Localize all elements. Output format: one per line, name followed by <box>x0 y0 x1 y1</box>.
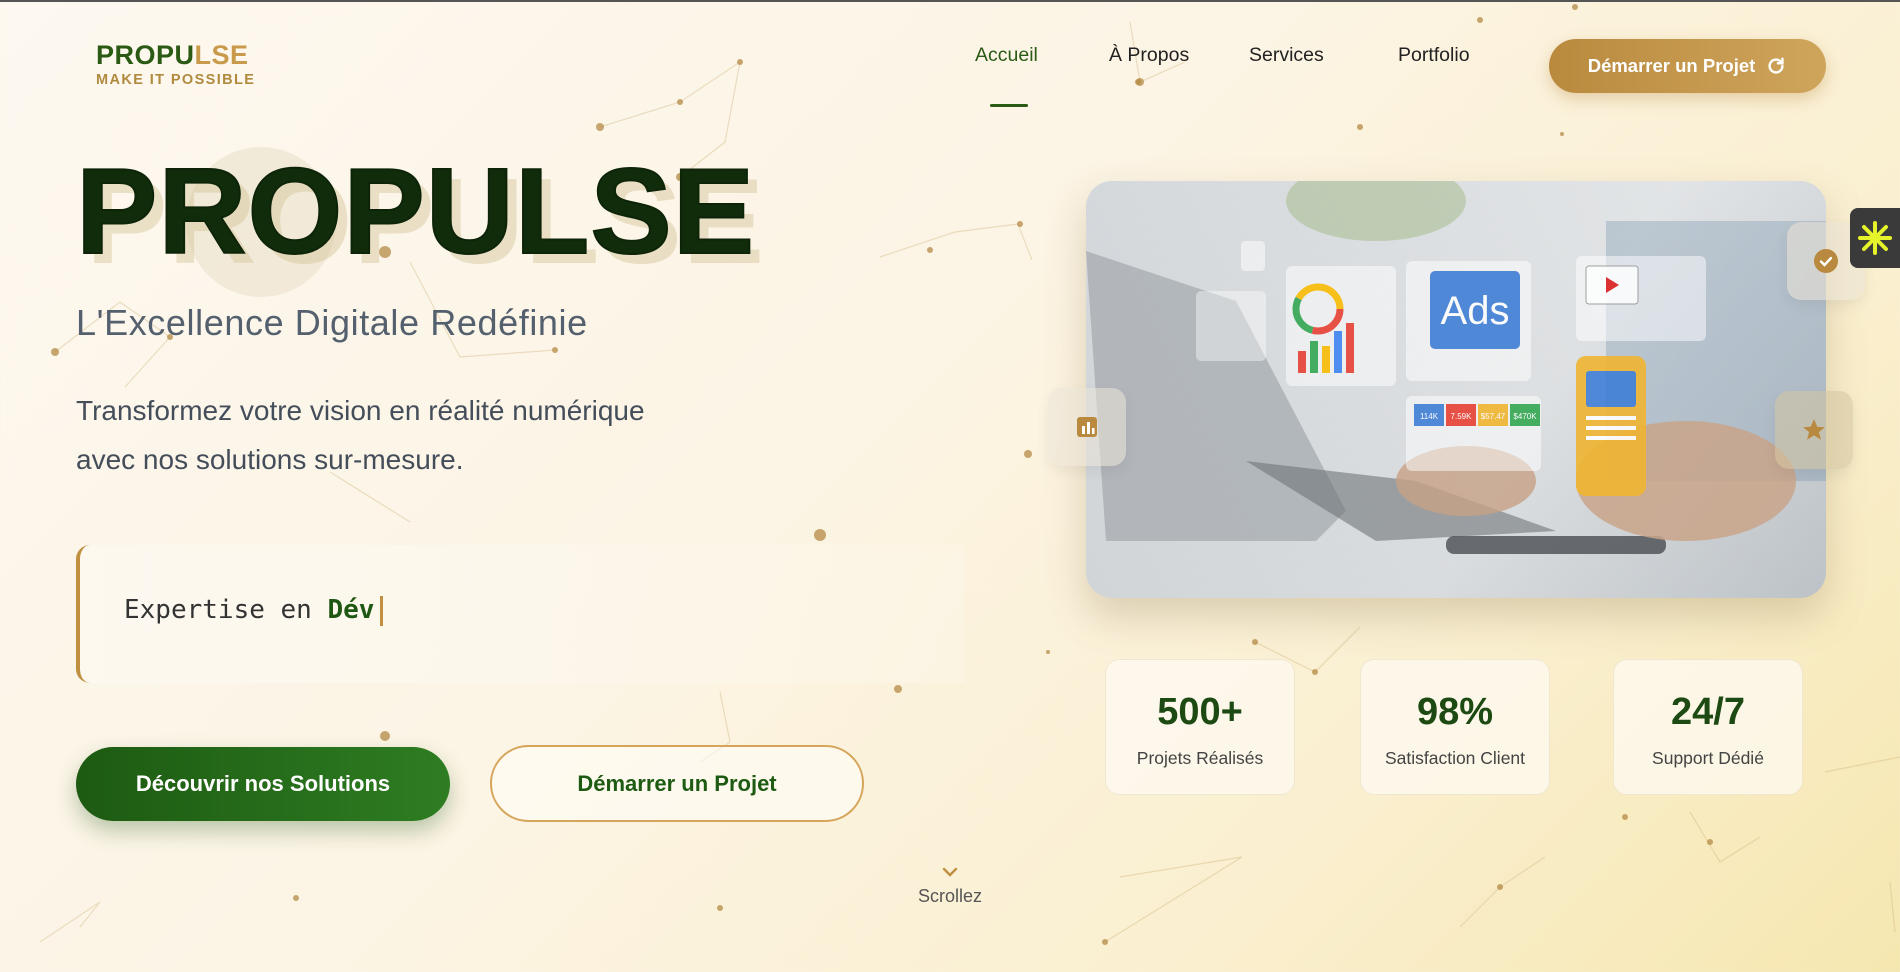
logo-part-green: PROPU <box>96 40 195 70</box>
stat-value: 98% <box>1416 691 1494 733</box>
ads-label: Ads <box>1441 289 1510 333</box>
nav-item-portfolio[interactable]: Portfolio <box>1398 44 1470 67</box>
check-icon <box>1814 249 1838 273</box>
hero-illustration: Ads 114K 7.59K $57.47 $470K <box>1086 181 1826 598</box>
asterisk-icon <box>1858 221 1892 255</box>
typing-prefix: Expertise en <box>124 595 312 625</box>
floating-chart-card <box>1048 388 1126 466</box>
start-project-button[interactable]: Démarrer un Projet <box>490 745 864 822</box>
logo-tagline: MAKE IT POSSIBLE <box>96 72 256 88</box>
discover-solutions-button[interactable]: Découvrir nos Solutions <box>76 747 450 821</box>
refresh-icon <box>1768 57 1784 74</box>
stat-label: Satisfaction Client <box>1384 748 1526 768</box>
typing-word: Dév <box>327 595 375 625</box>
metric-3: $57.47 <box>1481 412 1506 421</box>
nav-item-services[interactable]: Services <box>1249 44 1324 67</box>
stat-card-projects: 500+ Projets Réalisés <box>1105 659 1295 795</box>
stat-label: Support Dédié <box>1652 748 1764 768</box>
hero-description: Transformez votre vision en réalité numé… <box>76 386 756 484</box>
logo-part-gold: LSE <box>194 40 249 70</box>
stat-card-support: 24/7 Support Dédié <box>1613 659 1803 795</box>
chart-icon <box>1077 417 1097 437</box>
stat-label: Projets Réalisés <box>1136 748 1264 768</box>
start-project-header-label: Démarrer un Projet <box>1587 55 1756 76</box>
start-project-header-button[interactable]: Démarrer un Projet <box>1549 39 1826 93</box>
star-icon <box>1803 419 1825 440</box>
stat-card-satisfaction: 98% Satisfaction Client <box>1360 659 1550 795</box>
floating-star-card <box>1775 391 1853 469</box>
hero-image: Ads 114K 7.59K $57.47 $470K <box>1086 181 1826 598</box>
metric-2: 7.59K <box>1451 412 1473 421</box>
metric-1: 114K <box>1420 412 1439 421</box>
nav-item-a-propos[interactable]: À Propos <box>1109 44 1189 67</box>
side-widget[interactable] <box>1850 208 1900 268</box>
scroll-indicator[interactable]: Scrollez <box>900 866 1000 907</box>
stat-value: 24/7 <box>1671 691 1745 733</box>
nav-item-accueil[interactable]: Accueil <box>975 44 1038 67</box>
stat-value: 500+ <box>1157 691 1243 733</box>
hero-description-line-1: Transformez votre vision en réalité numé… <box>76 395 645 426</box>
typing-box: Expertise en Dév <box>76 545 964 683</box>
logo-wordmark: PROPULSE <box>96 42 255 69</box>
scroll-label: Scrollez <box>917 886 983 906</box>
nav-active-indicator <box>990 104 1028 107</box>
chevron-down-icon <box>942 867 958 877</box>
metric-4: $470K <box>1513 412 1537 421</box>
typing-text: Expertise en Dév <box>124 595 384 626</box>
hero-title: PROPULSE <box>75 143 756 279</box>
typing-caret <box>380 595 384 626</box>
hero-subtitle: L'Excellence Digitale Redéfinie <box>76 302 588 343</box>
logo[interactable]: PROPULSE MAKE IT POSSIBLE <box>96 42 256 89</box>
hero-description-line-2: avec nos solutions sur-mesure. <box>76 444 464 475</box>
